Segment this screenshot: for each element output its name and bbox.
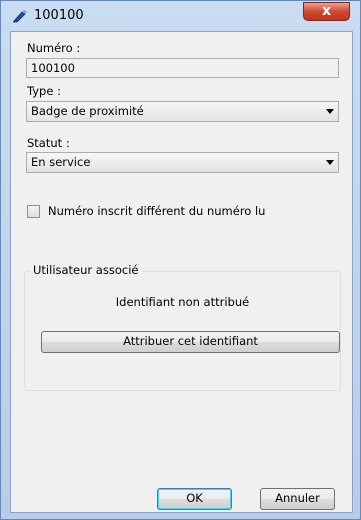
dialog-content: Numéro : 100100 Type : Badge de proximit… xyxy=(10,31,353,513)
assign-identifier-button[interactable]: Attribuer cet identifiant xyxy=(41,331,340,353)
numero-different-checkbox[interactable] xyxy=(27,205,40,218)
badge-pen-icon xyxy=(13,10,27,23)
numero-different-label[interactable]: Numéro inscrit différent du numéro lu xyxy=(48,204,265,218)
close-button[interactable]: x xyxy=(303,2,350,21)
statut-select[interactable]: En service xyxy=(26,152,339,173)
numero-field: 100100 xyxy=(26,58,339,78)
identifier-status: Identifiant non attribué xyxy=(115,295,250,309)
chevron-down-icon xyxy=(326,109,334,114)
type-select[interactable]: Badge de proximité xyxy=(26,101,339,122)
type-label: Type : xyxy=(27,84,61,98)
type-value: Badge de proximité xyxy=(31,104,144,118)
cancel-button[interactable]: Annuler xyxy=(260,488,335,510)
chevron-down-icon xyxy=(326,160,334,165)
statut-value: En service xyxy=(31,155,91,169)
numero-label: Numéro : xyxy=(27,41,81,55)
numero-value: 100100 xyxy=(31,61,75,75)
close-icon: x xyxy=(321,3,332,19)
user-group-title: Utilisateur associé xyxy=(30,263,142,277)
ok-button[interactable]: OK xyxy=(157,488,232,510)
dialog-window: 100100 x Numéro : 100100 Type : Badge de… xyxy=(0,0,361,520)
statut-label: Statut : xyxy=(27,136,70,150)
window-title: 100100 xyxy=(34,8,84,23)
title-bar[interactable]: 100100 x xyxy=(1,1,360,31)
